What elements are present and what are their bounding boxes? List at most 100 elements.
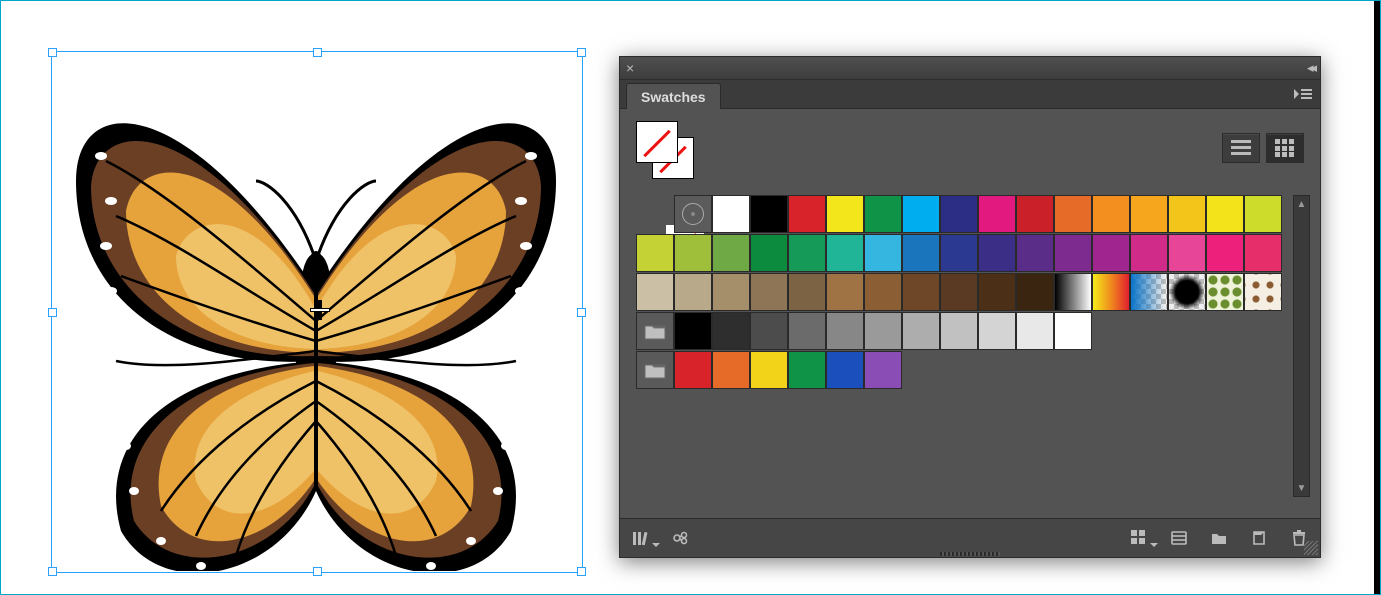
swatch-yellow-2[interactable]	[1206, 195, 1244, 233]
panel-scrollbar[interactable]: ▲ ▼	[1293, 195, 1310, 497]
tab-swatches[interactable]: Swatches	[626, 83, 721, 109]
swatch-options-icon[interactable]	[1128, 527, 1150, 549]
swatch-bright-green[interactable]	[788, 351, 826, 389]
swatch-blue-3[interactable]	[940, 234, 978, 272]
panel-footer	[620, 518, 1320, 557]
swatch-leaf[interactable]	[712, 234, 750, 272]
swatch-sienna[interactable]	[940, 273, 978, 311]
swatch-blue-2[interactable]	[902, 234, 940, 272]
swatch-green-3[interactable]	[788, 234, 826, 272]
fill-stroke-indicator[interactable]	[636, 121, 694, 179]
handle-left[interactable]	[48, 308, 57, 317]
swatch-white-black-gradient[interactable]	[1054, 273, 1092, 311]
swatch-orange-2[interactable]	[1092, 195, 1130, 233]
swatch-k0[interactable]	[1054, 312, 1092, 350]
swatch-k80[interactable]	[750, 312, 788, 350]
close-icon[interactable]: ×	[626, 61, 634, 75]
swatch-fade-to-transparent[interactable]	[1130, 273, 1168, 311]
swatch-amber[interactable]	[1130, 195, 1168, 233]
swatch-warm-gray-2[interactable]	[674, 273, 712, 311]
swatch-cmyk-red[interactable]	[788, 195, 826, 233]
swatch-sky-1[interactable]	[864, 234, 902, 272]
swatch-choco[interactable]	[1016, 273, 1054, 311]
folder-icon[interactable]	[1208, 527, 1230, 549]
swatch-k90[interactable]	[712, 312, 750, 350]
swatch-bright-orange[interactable]	[712, 351, 750, 389]
panel-body: ▲ ▼	[620, 109, 1320, 519]
panel-titlebar[interactable]: × ◂◂	[620, 57, 1320, 80]
swatch-red-2[interactable]	[1016, 195, 1054, 233]
handle-bottom-left[interactable]	[48, 567, 57, 576]
swatch-orange-yellow-gradient[interactable]	[1092, 273, 1130, 311]
swatch-cmyk-yellow[interactable]	[826, 195, 864, 233]
swatch-white[interactable]	[712, 195, 750, 233]
swatch-grid	[636, 195, 1292, 390]
scroll-up-icon[interactable]: ▲	[1294, 196, 1309, 212]
swatch-k70[interactable]	[788, 312, 826, 350]
swatch-black[interactable]	[750, 195, 788, 233]
swatch-k30[interactable]	[940, 312, 978, 350]
new-color-group-icon[interactable]	[1168, 527, 1190, 549]
swatch-hot-pink[interactable]	[1206, 234, 1244, 272]
artboard: × ◂◂ Swatches ▲	[0, 0, 1381, 595]
panel-menu-icon[interactable]	[1294, 87, 1312, 101]
swatch-transparent-radial[interactable]	[1168, 273, 1206, 311]
swatch-k50[interactable]	[864, 312, 902, 350]
swatch-rose[interactable]	[1244, 234, 1282, 272]
swatch-tan-1[interactable]	[712, 273, 750, 311]
swatch-warm-gray-1[interactable]	[636, 273, 674, 311]
swatch-cmyk-green[interactable]	[864, 195, 902, 233]
new-swatch-icon[interactable]	[1248, 527, 1270, 549]
swatch-brown-2[interactable]	[826, 273, 864, 311]
swatch-lime-2[interactable]	[1244, 195, 1282, 233]
swatch-tan-2[interactable]	[750, 273, 788, 311]
fill-chip[interactable]	[636, 121, 678, 163]
swatch-cmyk-cyan[interactable]	[902, 195, 940, 233]
swatch-lime-3[interactable]	[636, 234, 674, 272]
swatch-pattern-foliage[interactable]	[1206, 273, 1244, 311]
swatch-pink[interactable]	[1168, 234, 1206, 272]
swatch-cmyk-blue[interactable]	[940, 195, 978, 233]
list-view-button[interactable]	[1222, 133, 1260, 163]
collapse-icon[interactable]: ◂◂	[1292, 60, 1314, 76]
resize-grip[interactable]	[1304, 541, 1318, 555]
swatch-magenta-2[interactable]	[1092, 234, 1130, 272]
swatch-k20[interactable]	[978, 312, 1016, 350]
swatch-bright-red[interactable]	[674, 351, 712, 389]
drag-grip[interactable]	[940, 552, 1000, 556]
swatch-grayscale-group[interactable]	[636, 312, 674, 350]
swatch-libraries-menu-icon[interactable]	[630, 527, 652, 549]
handle-top-left[interactable]	[48, 48, 57, 57]
swatch-brown-1[interactable]	[788, 273, 826, 311]
swatch-registration-swatch[interactable]	[674, 195, 712, 233]
swatch-olive-1[interactable]	[674, 234, 712, 272]
swatch-k100[interactable]	[674, 312, 712, 350]
swatch-fuchsia[interactable]	[1130, 234, 1168, 272]
swatch-k60[interactable]	[826, 312, 864, 350]
swatch-bright-yellow[interactable]	[750, 351, 788, 389]
swatch-gold[interactable]	[1168, 195, 1206, 233]
swatch-indigo[interactable]	[978, 234, 1016, 272]
handle-top[interactable]	[313, 48, 322, 57]
swatch-brown-3[interactable]	[864, 273, 902, 311]
swatch-umber[interactable]	[978, 273, 1016, 311]
swatch-bright-purple[interactable]	[864, 351, 902, 389]
grid-view-button[interactable]	[1266, 133, 1304, 163]
swatch-green-2[interactable]	[750, 234, 788, 272]
swatch-brights-group[interactable]	[636, 351, 674, 389]
handle-bottom-right[interactable]	[577, 567, 586, 576]
swatch-pattern-scroll[interactable]	[1244, 273, 1282, 311]
swatch-brown-4[interactable]	[902, 273, 940, 311]
swatch-violet[interactable]	[1016, 234, 1054, 272]
swatch-k10[interactable]	[1016, 312, 1054, 350]
swatch-teal-1[interactable]	[826, 234, 864, 272]
show-swatch-kinds-icon[interactable]	[670, 527, 692, 549]
swatch-bright-blue[interactable]	[826, 351, 864, 389]
handle-top-right[interactable]	[577, 48, 586, 57]
swatch-cmyk-magenta[interactable]	[978, 195, 1016, 233]
swatch-orange-1[interactable]	[1054, 195, 1092, 233]
swatch-k40[interactable]	[902, 312, 940, 350]
swatch-purple[interactable]	[1054, 234, 1092, 272]
scroll-down-icon[interactable]: ▼	[1294, 480, 1309, 496]
handle-right[interactable]	[577, 308, 586, 317]
